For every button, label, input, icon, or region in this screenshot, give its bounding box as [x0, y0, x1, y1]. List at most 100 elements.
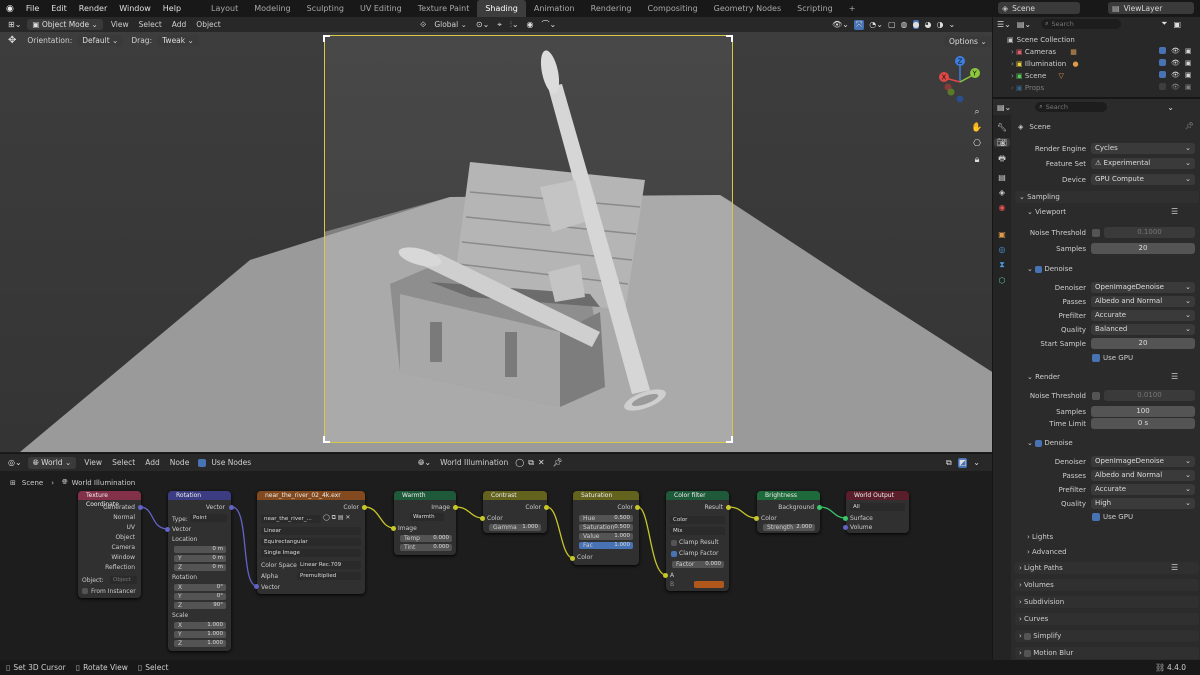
preset-list-icon[interactable]: ☰	[1171, 207, 1178, 216]
wireframe-shading-icon[interactable]: ◍	[901, 20, 908, 29]
object-tab-icon[interactable]: ▣	[998, 230, 1006, 239]
preset-list-icon[interactable]: ☰	[1171, 372, 1178, 381]
filter-icon[interactable]: ⏷	[1161, 19, 1167, 29]
node-brightness[interactable]: Brightness Background Color 2.000 Streng…	[757, 491, 820, 533]
duplicate-icon[interactable]: ⧉	[528, 458, 534, 468]
workspace-tab-texture-paint[interactable]: Texture Paint	[410, 0, 478, 17]
pin-icon[interactable]: 📌︎	[1185, 122, 1194, 130]
vp-denoiser-dropdown[interactable]: OpenImageDenoise ⌄	[1091, 282, 1195, 293]
exclude-checkbox-scene[interactable]	[1159, 71, 1166, 78]
simplify-panel-header[interactable]: › Simplify	[1015, 630, 1199, 642]
material-shading-icon[interactable]: ◕	[924, 20, 931, 29]
falloff-icon[interactable]: ⌒⌄	[542, 19, 557, 30]
node-editor-canvas[interactable]: ⊞ Scene › 🌐︎ World Illumination Texture …	[0, 471, 992, 660]
vp-samples-field[interactable]: 20	[1091, 243, 1195, 254]
outliner-item-props[interactable]: › ▣ Props	[1011, 84, 1044, 92]
node-menu-add[interactable]: Add	[145, 458, 160, 467]
editor-type-icon[interactable]: ⊞⌄	[8, 20, 21, 29]
new-collection-icon[interactable]: ▣	[1174, 20, 1182, 29]
eye-icon[interactable]: 👁︎	[1171, 83, 1180, 91]
motion-blur-checkbox[interactable]	[1024, 649, 1032, 657]
render-icon[interactable]: ▣	[1185, 83, 1192, 91]
node-menu-node[interactable]: Node	[170, 458, 190, 467]
constraints-tab-icon[interactable]: ⧗	[999, 260, 1005, 270]
shading-options-icon[interactable]: ⌄	[948, 20, 955, 29]
device-dropdown[interactable]: GPU Compute ⌄	[1091, 174, 1195, 185]
camera-view-icon[interactable]: ⎔	[973, 139, 981, 149]
outliner-item-illumination[interactable]: › ▣ Illumination ●	[1011, 60, 1079, 68]
gizmo-toggle-icon[interactable]: ⤧	[853, 19, 865, 30]
3d-viewport[interactable]: ✥ Orientation: Default ⌄ Drag: Tweak ⌄ O…	[0, 32, 992, 452]
motion-blur-panel-header[interactable]: › Motion Blur	[1015, 647, 1199, 659]
shader-type-dropdown[interactable]: 🌐︎ World ⌄	[27, 456, 77, 469]
vp-menu-select[interactable]: Select	[139, 20, 162, 29]
socket-warmth-image-out[interactable]	[453, 505, 458, 510]
node-world-output[interactable]: World Output All Surface Volume	[846, 491, 909, 533]
r-samples-field[interactable]: 100	[1091, 406, 1195, 417]
pan-hand-icon[interactable]: ✋	[971, 123, 982, 133]
vp-menu-add[interactable]: Add	[172, 20, 187, 29]
tool-tab-icon[interactable]: 🔧︎	[997, 123, 1007, 132]
workspace-tab-rendering[interactable]: Rendering	[583, 0, 640, 17]
simplify-checkbox[interactable]	[1024, 632, 1032, 640]
blender-logo-icon[interactable]: ◉	[6, 4, 14, 14]
mapping-type-dropdown[interactable]: Point	[190, 514, 227, 522]
advanced-subpanel-header[interactable]: › Advanced	[1027, 548, 1067, 556]
vp-denoise-subpanel-header[interactable]: ⌄ Denoise	[1027, 265, 1073, 273]
overlay-icon[interactable]: ◔⌄	[869, 20, 883, 29]
vp-use-gpu-checkbox[interactable]	[1092, 354, 1100, 362]
socket-colorfilter-a[interactable]	[663, 573, 668, 578]
colorfilter-blend-dropdown[interactable]: Mix	[670, 527, 725, 535]
overlay-options-icon[interactable]: ⌄	[973, 458, 980, 468]
vp-passes-dropdown[interactable]: Albedo and Normal ⌄	[1091, 296, 1195, 307]
r-quality-dropdown[interactable]: High ⌄	[1091, 498, 1195, 509]
vp-quality-dropdown[interactable]: Balanced ⌄	[1091, 324, 1195, 335]
outliner-scene-collection[interactable]: ▣ Scene Collection	[1007, 36, 1075, 44]
outliner-display-mode-icon[interactable]: ▤⌄	[1017, 20, 1031, 29]
pivot-icon[interactable]: ⊙⌄	[476, 20, 489, 29]
workspace-tab-compositing[interactable]: Compositing	[640, 0, 706, 17]
menu-render[interactable]: Render	[73, 4, 113, 13]
node-color-filter[interactable]: Color filter Result Color Mix Clamp Resu…	[666, 491, 729, 591]
colorfilter-color-swatch[interactable]	[694, 581, 724, 588]
zoom-icon[interactable]: ⌕	[974, 107, 979, 117]
snap-target-icon[interactable]: ⫶⌄	[510, 20, 519, 30]
socket-generated[interactable]	[138, 505, 143, 510]
exclude-checkbox-cameras[interactable]	[1159, 47, 1166, 54]
render-tab-icon[interactable]: 📷︎	[993, 138, 1011, 147]
outliner-item-scene[interactable]: › ▣ Scene ▽	[1011, 72, 1064, 80]
vp-denoise-checkbox[interactable]	[1035, 265, 1043, 273]
mapping-loc-x[interactable]: 0 m	[174, 546, 226, 553]
rendered-shading-icon[interactable]: ◑	[936, 20, 943, 29]
outliner-search-input[interactable]: ⌕ Search	[1041, 19, 1122, 29]
node-contrast[interactable]: Contrast Color Color 1.000 Gamma	[483, 491, 547, 533]
viewport-subpanel-header[interactable]: ⌄ Viewport	[1027, 208, 1066, 216]
workspace-tab-scripting[interactable]: Scripting	[789, 0, 841, 17]
proportional-edit-icon[interactable]: ◉	[527, 20, 534, 29]
render-icon[interactable]: ▣	[1185, 59, 1192, 67]
socket-envtex-vector-in[interactable]	[254, 584, 259, 589]
output-tab-icon[interactable]: 🖶︎	[998, 153, 1006, 167]
snap-nodes-icon[interactable]: ⧉	[946, 458, 952, 468]
volumes-panel-header[interactable]: › Volumes	[1015, 579, 1199, 591]
socket-colorfilter-out[interactable]	[726, 505, 731, 510]
sampling-panel-header[interactable]: ⌄ Sampling	[1015, 191, 1199, 203]
node-editor-type-icon[interactable]: ◎⌄	[8, 458, 22, 467]
world-datablock-name[interactable]: World Illumination	[440, 458, 508, 467]
scene-tab-icon[interactable]: ◈	[999, 188, 1005, 197]
socket-contrast-in[interactable]	[480, 516, 485, 521]
data-tab-icon[interactable]: ⬡	[999, 276, 1006, 285]
render-icon[interactable]: ▣	[1185, 71, 1192, 79]
workspace-tab-geometry-nodes[interactable]: Geometry Nodes	[706, 0, 789, 17]
colorfilter-type-dropdown[interactable]: Color	[670, 516, 725, 524]
fake-user-icon[interactable]: ◯	[515, 458, 524, 467]
overlay-nodes-icon[interactable]: ◩	[957, 457, 968, 468]
render-icon[interactable]: ▣	[1185, 47, 1192, 55]
warmth-group-selector[interactable]: Warmth	[410, 513, 444, 521]
workspace-tab-uv-editing[interactable]: UV Editing	[352, 0, 410, 17]
move-tool-icon[interactable]: ✥	[8, 35, 16, 46]
light-paths-panel-header[interactable]: › Light Paths ☰	[1015, 562, 1199, 574]
envtex-projection-dropdown[interactable]: Equirectangular	[261, 538, 361, 546]
curves-panel-header[interactable]: › Curves	[1015, 613, 1199, 625]
use-nodes-checkbox[interactable]	[198, 458, 207, 467]
